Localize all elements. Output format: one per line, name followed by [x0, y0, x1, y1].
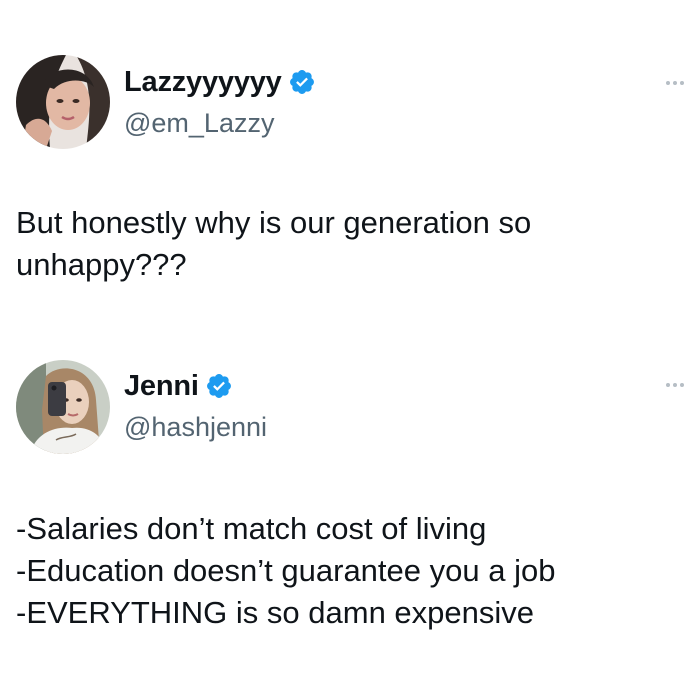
- display-name[interactable]: Jenni: [124, 368, 199, 404]
- avatar[interactable]: [16, 360, 110, 454]
- display-name[interactable]: Lazzyyyyyy: [124, 64, 282, 100]
- avatar-image: [16, 55, 110, 149]
- tweet-text-line: -Salaries don’t match cost of living: [16, 511, 487, 546]
- verified-badge-icon: [288, 68, 316, 96]
- tweet-text: -Salaries don’t match cost of living -Ed…: [16, 508, 684, 634]
- dot: [673, 81, 677, 85]
- tweet-text-line: unhappy???: [16, 247, 187, 282]
- user-handle[interactable]: @em_Lazzy: [124, 106, 274, 140]
- tweet-text-line: -EVERYTHING is so damn expensive: [16, 595, 535, 630]
- tweet-text-line: -Education doesn’t guarantee you a job: [16, 553, 556, 588]
- tweet-text: But honestly why is our generation so un…: [16, 202, 684, 286]
- more-options-icon[interactable]: [666, 383, 684, 387]
- dot: [673, 383, 677, 387]
- verified-badge-icon: [205, 372, 233, 400]
- user-handle[interactable]: @hashjenni: [124, 410, 267, 444]
- tweet-card[interactable]: Jenni @hashjenni -Salaries don’t match c…: [0, 340, 700, 700]
- avatar[interactable]: [16, 55, 110, 149]
- dot: [680, 81, 684, 85]
- author-row: Lazzyyyyyy: [124, 64, 316, 100]
- avatar-image: [16, 360, 110, 454]
- dot: [680, 383, 684, 387]
- tweet-card[interactable]: Lazzyyyyyy @em_Lazzy But honestly why is…: [0, 0, 700, 340]
- dot: [666, 383, 670, 387]
- author-row: Jenni: [124, 368, 233, 404]
- more-options-icon[interactable]: [666, 81, 684, 85]
- dot: [666, 81, 670, 85]
- tweet-text-line: But honestly why is our generation so: [16, 205, 532, 240]
